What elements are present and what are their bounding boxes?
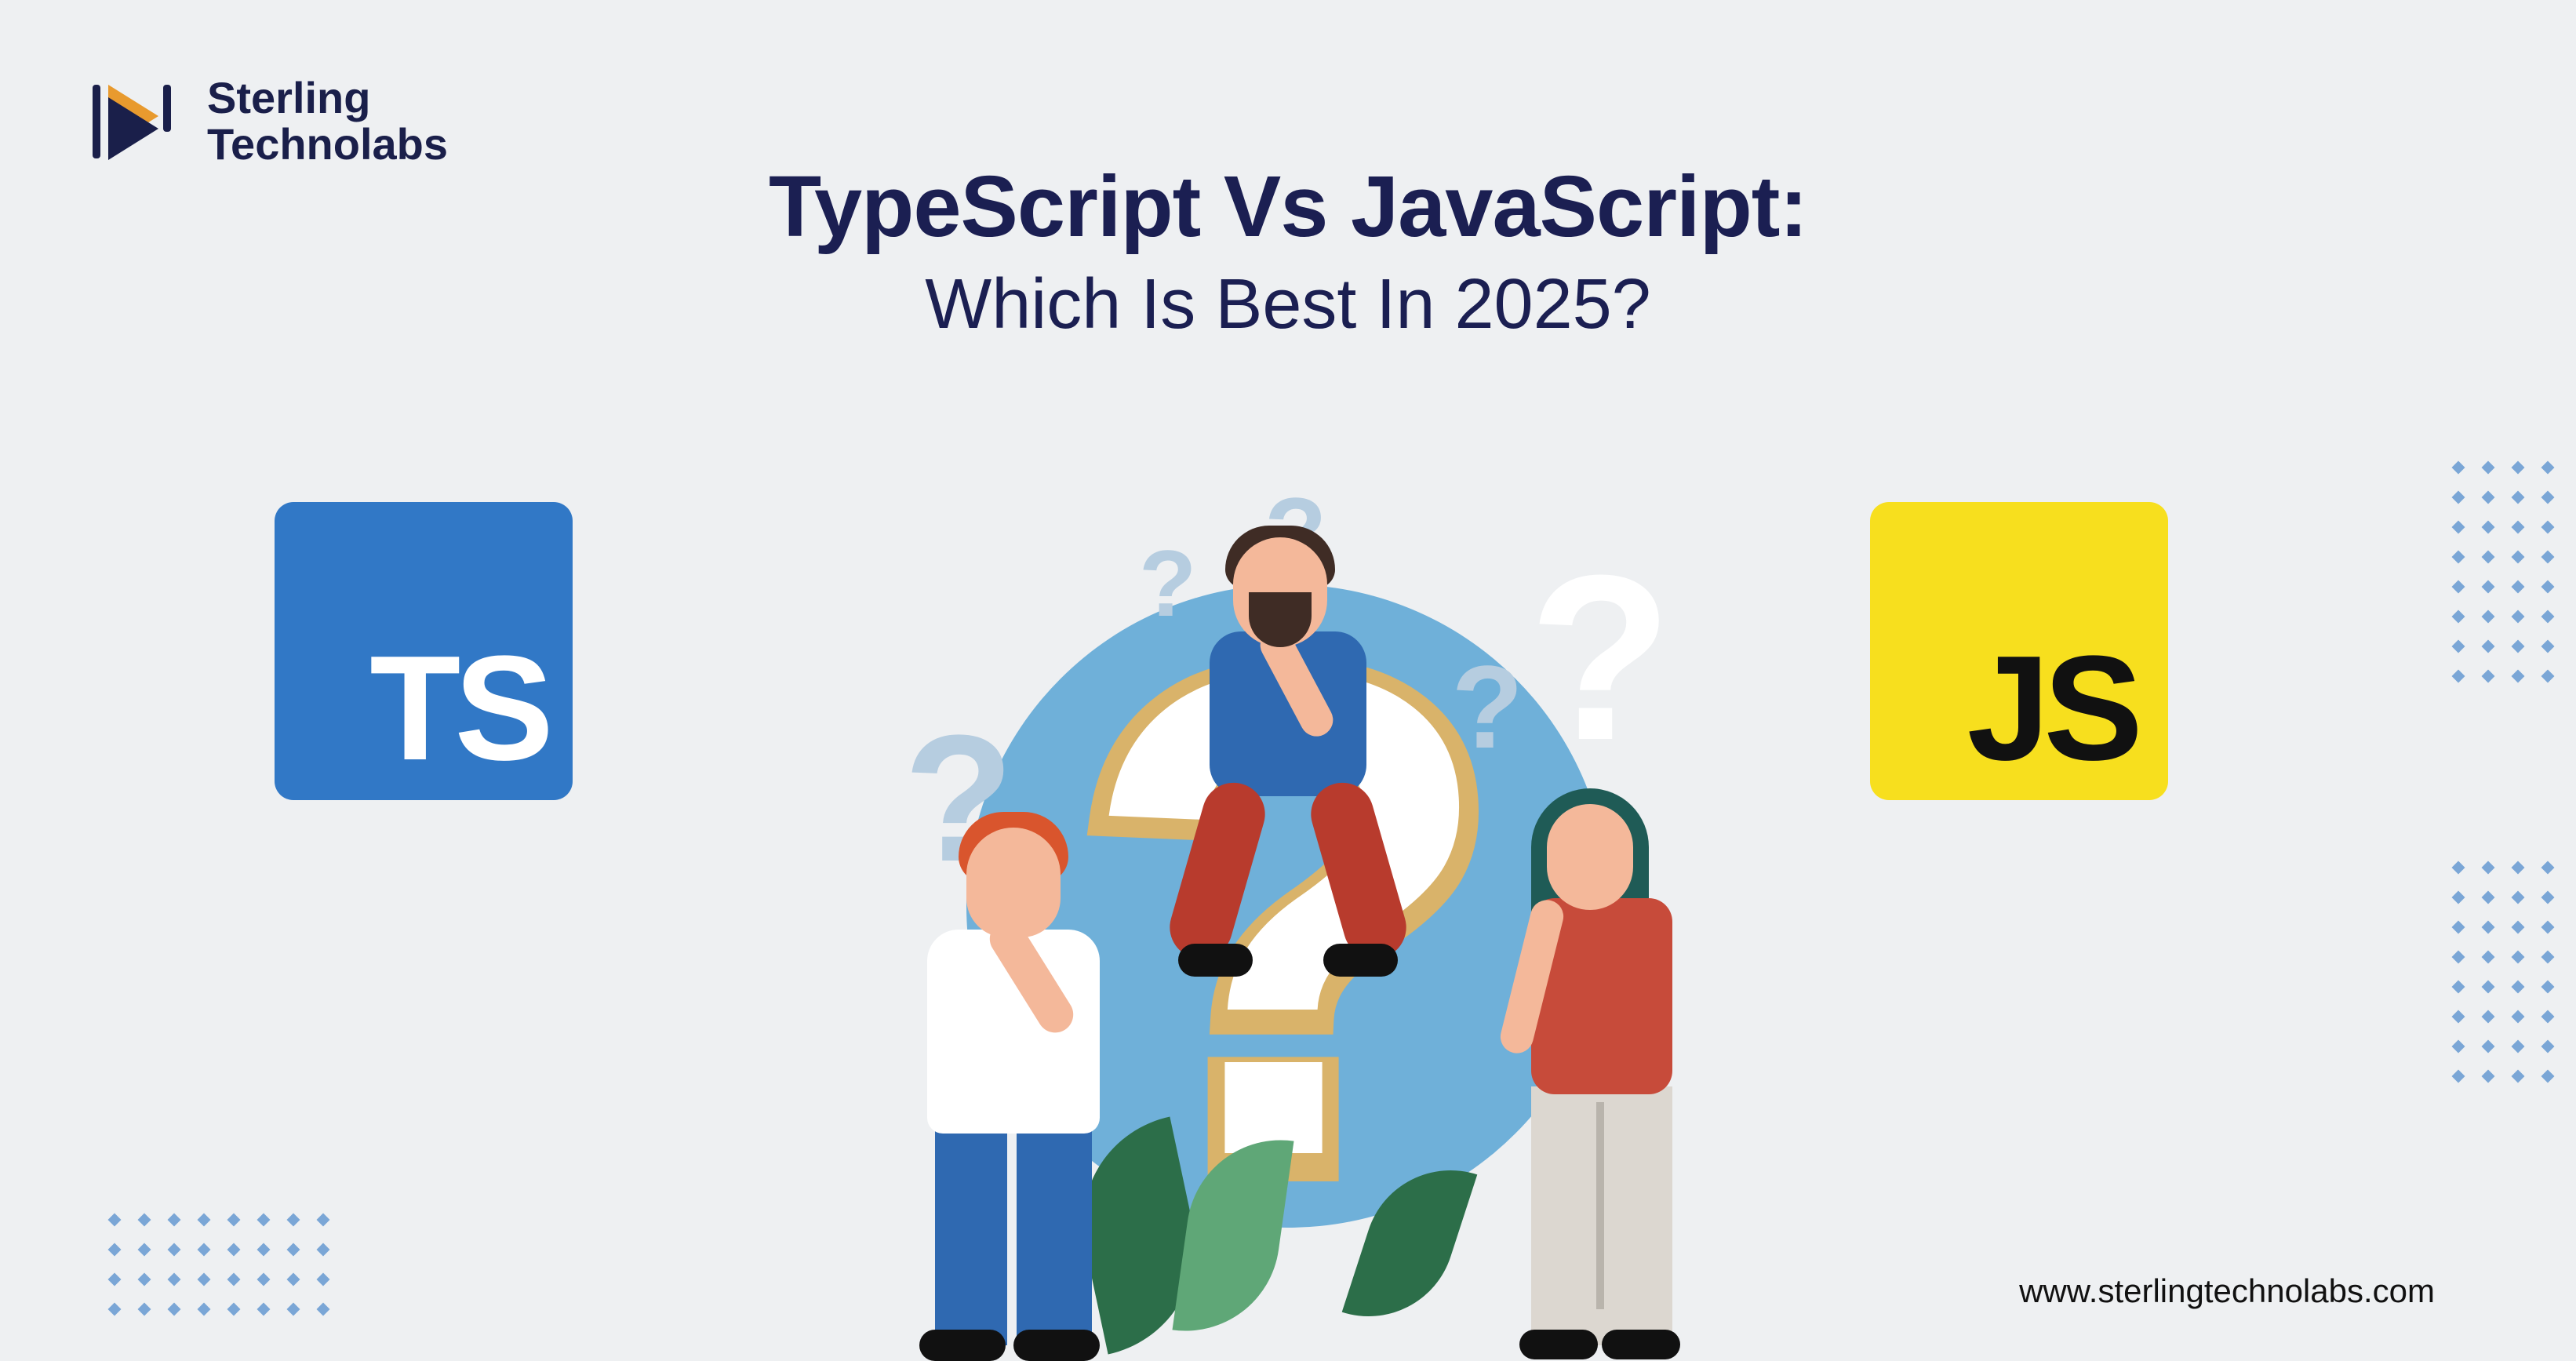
typescript-badge: TS: [275, 502, 573, 800]
hero-title: TypeScript Vs JavaScript: Which Is Best …: [0, 157, 2576, 345]
hero-title-line2: Which Is Best In 2025?: [0, 264, 2576, 345]
javascript-badge: JS: [1870, 502, 2168, 800]
question-mark-icon: ?: [1529, 522, 1672, 793]
typescript-label: TS: [369, 634, 548, 783]
person-sitting-icon: [1155, 537, 1414, 977]
brand-name-line1: Sterling: [207, 75, 448, 122]
hero-title-line1: TypeScript Vs JavaScript:: [0, 157, 2576, 257]
decorative-dots-icon: [2454, 463, 2552, 681]
person-standing-left-icon: [880, 804, 1131, 1353]
person-standing-right-icon: [1476, 788, 1712, 1353]
decorative-dots-icon: [110, 1215, 328, 1314]
footer-url: www.sterlingtechnolabs.com: [2019, 1272, 2435, 1310]
javascript-label: JS: [1967, 634, 2137, 783]
brand-name: Sterling Technolabs: [207, 75, 448, 168]
decorative-dots-icon: [2454, 863, 2552, 1081]
center-illustration: ? ? ? ? ? ? ? ?: [857, 490, 1719, 1353]
